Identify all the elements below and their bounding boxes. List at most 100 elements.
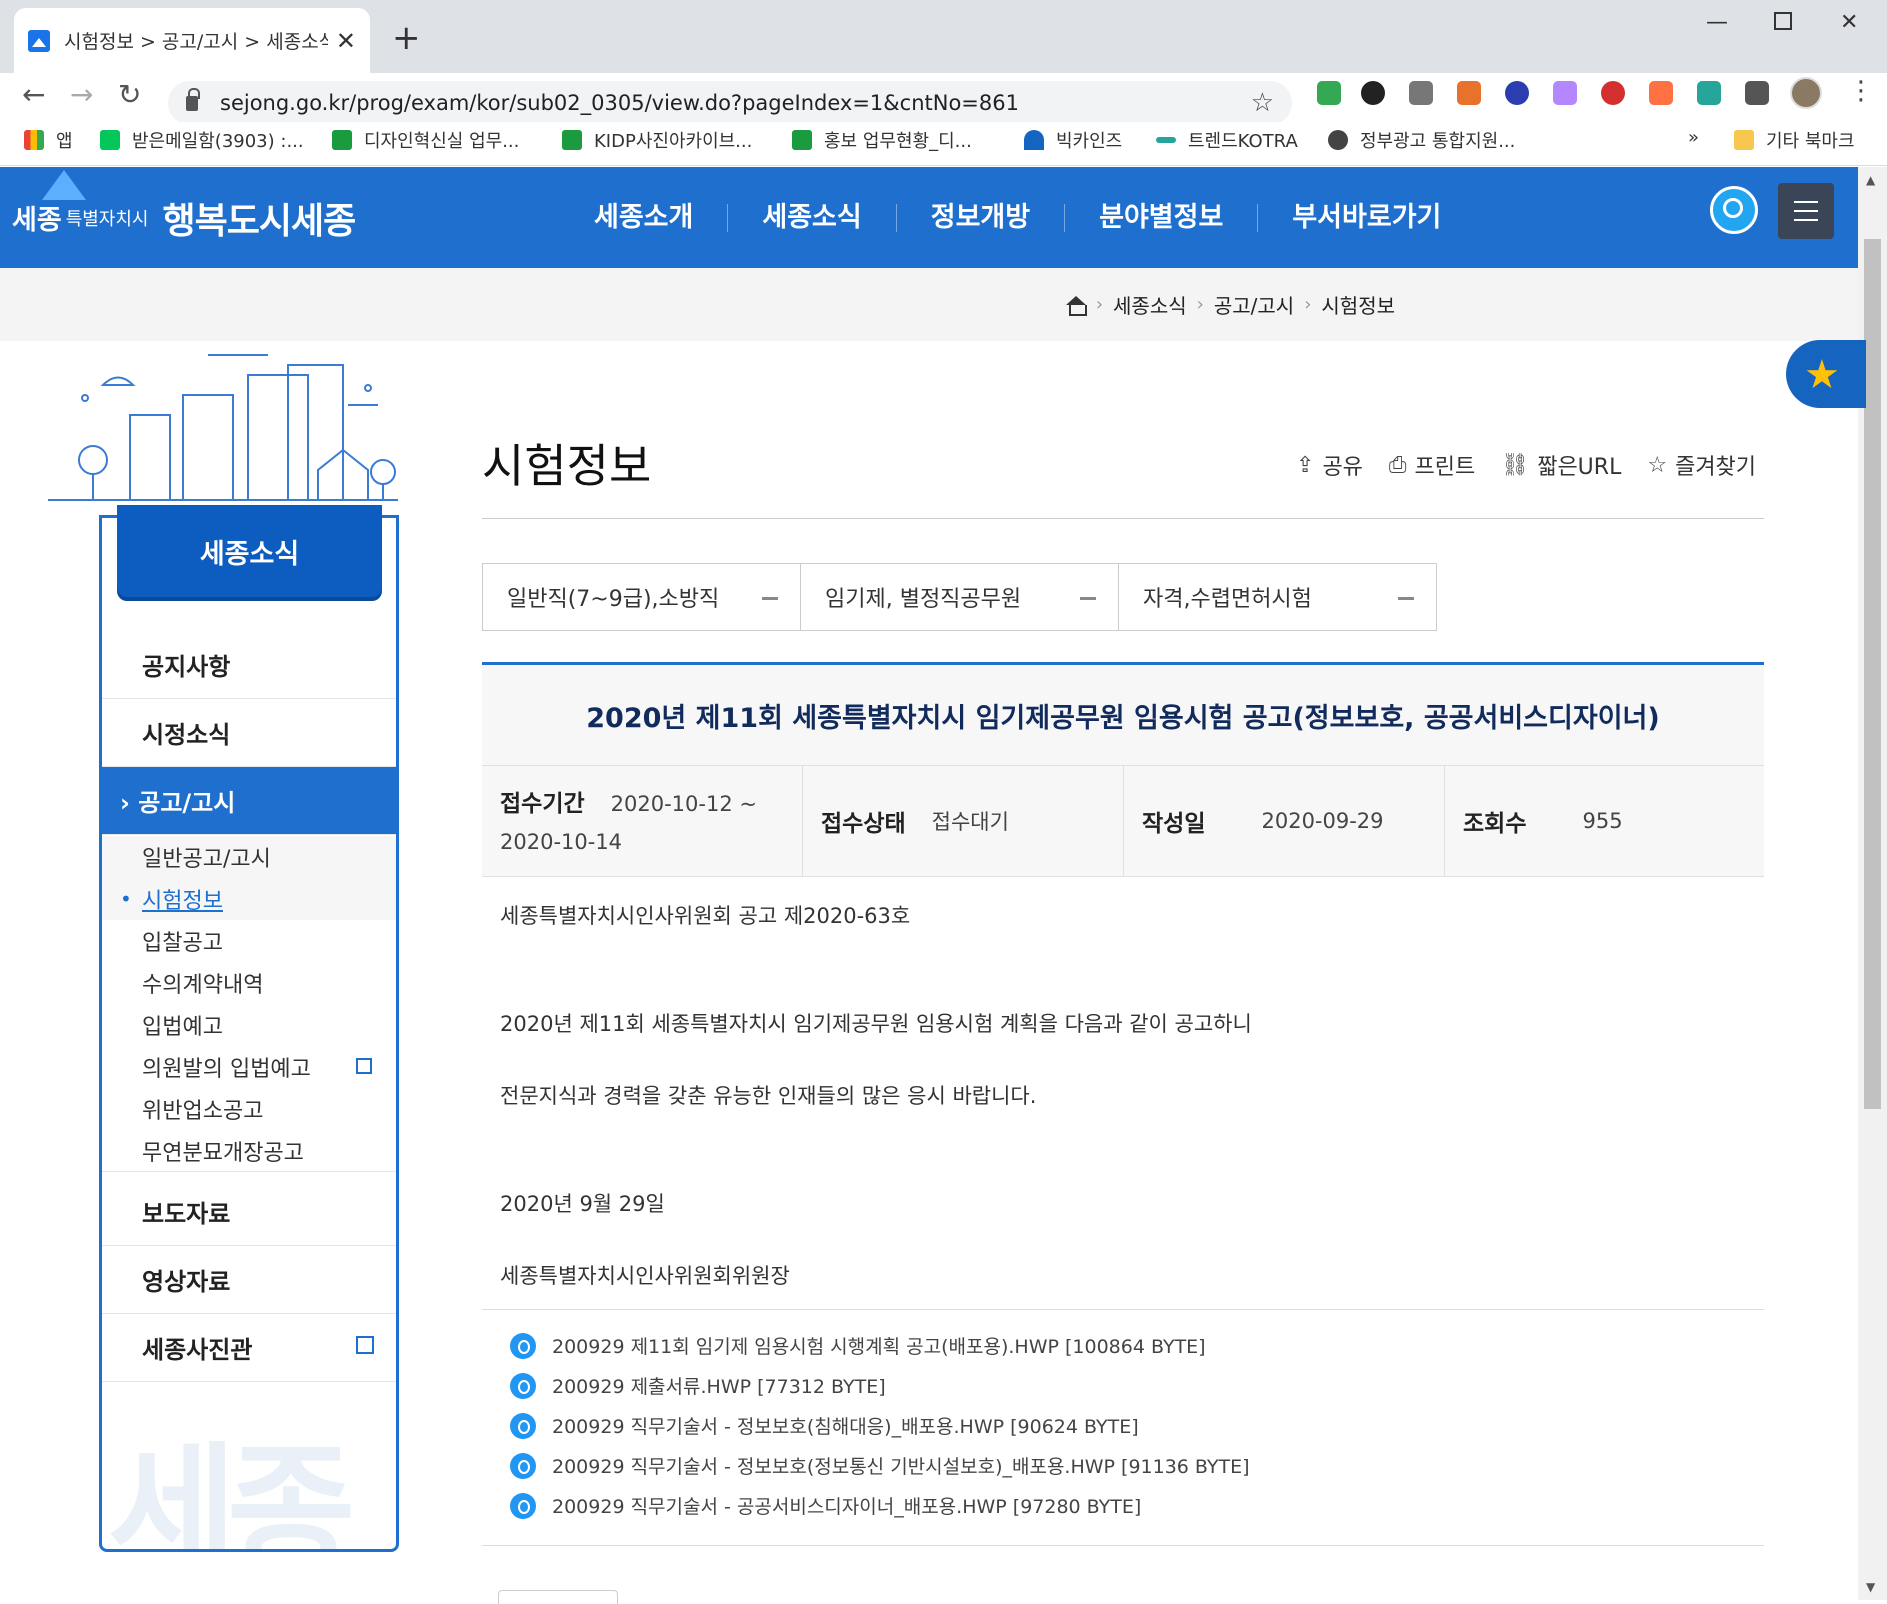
- article-meta: 접수기간 2020-10-12 ~ 2020-10-14 접수상태 접수대기 작성일…: [482, 765, 1764, 877]
- search-icon[interactable]: [1710, 186, 1758, 234]
- print-button[interactable]: ⎙ 프린트: [1389, 449, 1475, 481]
- body-paragraph: 전문지식과 경력을 갖춘 유능한 인재들의 많은 응시 바랍니다.: [500, 1084, 1037, 1108]
- share-icon: ⇪: [1296, 452, 1315, 478]
- bookmark-kotra[interactable]: 트렌드KOTRA: [1156, 127, 1298, 153]
- attachment-link[interactable]: 200929 직무기술서 - 공공서비스디자이너_배포용.HWP [97280 …: [510, 1492, 1141, 1519]
- bookmark-kidp[interactable]: KIDP사진아카이브...: [562, 127, 752, 153]
- gnb-item-field[interactable]: 분야별정보: [1065, 203, 1259, 232]
- gnb-item-intro[interactable]: 세종소개: [560, 203, 729, 232]
- meta-period: 접수기간 2020-10-12 ~ 2020-10-14: [482, 766, 803, 876]
- logo-mark: 세종: [12, 170, 86, 237]
- breadcrumb-item[interactable]: 시험정보: [1321, 290, 1395, 319]
- menu-icon[interactable]: [1778, 183, 1834, 239]
- puzzle-extension-icon[interactable]: [1745, 81, 1769, 105]
- maximize-icon[interactable]: [1774, 12, 1792, 30]
- lnb-item-announcement[interactable]: › 공고/고시: [102, 767, 396, 835]
- lnb-item-press[interactable]: 보도자료: [102, 1178, 396, 1246]
- attachment-link[interactable]: 200929 제출서류.HWP [77312 BYTE]: [510, 1372, 886, 1399]
- site-logo[interactable]: 세종 특별자치시 행복도시세종: [12, 170, 356, 265]
- red-extension-icon[interactable]: [1601, 81, 1625, 105]
- attachment-link[interactable]: 200929 직무기술서 - 정보보호(정보통신 기반시설보호)_배포용.HWP…: [510, 1452, 1250, 1479]
- short-url-button[interactable]: ⛓ 짧은URL: [1501, 449, 1621, 481]
- breadcrumb-item[interactable]: 세종소식: [1113, 290, 1187, 319]
- home-icon[interactable]: [1065, 295, 1087, 316]
- new-tab-icon[interactable]: +: [392, 18, 421, 58]
- url-text[interactable]: sejong.go.kr/prog/exam/kor/sub02_0305/vi…: [220, 91, 1251, 115]
- lnb-item-video[interactable]: 영상자료: [102, 1246, 396, 1314]
- extension-icon[interactable]: [1317, 81, 1341, 105]
- camera-extension-icon[interactable]: [1409, 81, 1433, 105]
- lnb-sub-bid[interactable]: 입찰공고: [102, 920, 396, 962]
- meta-date: 작성일 2020-09-29: [1124, 766, 1445, 876]
- left-nav: 세종 공지사항 시정소식 › 공고/고시 일반공고/고시 시험정보 입찰공고 수…: [99, 515, 399, 1552]
- bookmark-pr[interactable]: 홍보 업무현황_디...: [792, 127, 972, 153]
- star-icon: ★: [1804, 352, 1840, 398]
- favorite-button[interactable]: ☆ 즐겨찾기: [1647, 449, 1756, 481]
- category-general[interactable]: 일반직(7~9급),소방직: [482, 563, 801, 631]
- lnb-sub-legislation[interactable]: 입법예고: [102, 1004, 396, 1046]
- bookmark-mail[interactable]: 받은메일함(3903) :...: [100, 127, 304, 153]
- browser-menu-icon[interactable]: ⋮: [1848, 76, 1874, 106]
- plus-bookmark-icon: [562, 130, 582, 150]
- scrollbar-thumb[interactable]: [1864, 239, 1881, 1109]
- lnb-sub-exam[interactable]: 시험정보: [102, 878, 396, 920]
- collapse-icon: [1080, 597, 1096, 600]
- browser-tab[interactable]: 시험정보 > 공고/고시 > 세종소식 ✕: [14, 8, 370, 73]
- lnb-sub-member-legislation[interactable]: 의원발의 입법예고: [102, 1046, 396, 1088]
- back-icon[interactable]: ←: [22, 78, 45, 111]
- gnb-item-open[interactable]: 정보개방: [897, 203, 1066, 232]
- lnb-item-notice[interactable]: 공지사항: [102, 631, 396, 699]
- lnb-sub-grave[interactable]: 무연분묘개장공고: [102, 1130, 396, 1172]
- bookmark-design[interactable]: 디자인혁신실 업무...: [332, 127, 519, 153]
- category-license[interactable]: 자격,수렵면허시험: [1118, 563, 1437, 631]
- list-button[interactable]: [498, 1590, 618, 1604]
- category-fixed-term[interactable]: 임기제, 별정직공무원: [800, 563, 1119, 631]
- lnb-sub-contract[interactable]: 수의계약내역: [102, 962, 396, 1004]
- scroll-down-icon[interactable]: ▼: [1866, 1580, 1875, 1594]
- lnb-sub-violation[interactable]: 위반업소공고: [102, 1088, 396, 1130]
- site-favicon-icon: [28, 29, 50, 52]
- lnb-item-photo[interactable]: 세종사진관: [102, 1314, 396, 1382]
- image-extension-icon[interactable]: [1457, 81, 1481, 105]
- favorites-float-button[interactable]: ★: [1786, 340, 1866, 408]
- forward-icon[interactable]: →: [70, 78, 93, 111]
- bookmark-star-icon[interactable]: ☆: [1251, 88, 1274, 118]
- tab-close-icon[interactable]: ✕: [336, 27, 356, 55]
- gnb-item-dept[interactable]: 부서바로가기: [1258, 203, 1475, 232]
- lnb-title: 세종소식: [117, 505, 382, 597]
- bookmark-apps[interactable]: 앱: [24, 127, 73, 153]
- download-extension-icon[interactable]: [1361, 81, 1385, 105]
- breadcrumb-item[interactable]: 공고/고시: [1214, 290, 1294, 319]
- attachment-link[interactable]: 200929 직무기술서 - 정보보호(침해대응)_배포용.HWP [90624…: [510, 1412, 1139, 1439]
- scroll-up-icon[interactable]: ▲: [1866, 173, 1875, 187]
- meta-views: 조회수 955: [1463, 809, 1623, 837]
- body-paragraph: 세종특별자치시인사위원회위원장: [500, 1264, 790, 1288]
- window-close-icon[interactable]: ✕: [1840, 10, 1858, 35]
- profile-avatar[interactable]: [1790, 77, 1822, 109]
- k-extension-icon[interactable]: [1505, 81, 1529, 105]
- global-nav: 세종소개 세종소식 정보개방 분야별정보 부서바로가기: [560, 167, 1475, 268]
- hwp-file-icon: [510, 1492, 536, 1519]
- ex-extension-icon[interactable]: [1649, 81, 1673, 105]
- pen-extension-icon[interactable]: [1553, 81, 1577, 105]
- address-bar[interactable]: sejong.go.kr/prog/exam/kor/sub02_0305/vi…: [168, 81, 1292, 125]
- bookmark-bigkinds[interactable]: 빅카인즈: [1024, 127, 1122, 153]
- lnb-item-city-news[interactable]: 시정소식: [102, 699, 396, 767]
- meta-status: 접수상태 접수대기: [803, 766, 1124, 876]
- reload-icon[interactable]: ↻: [118, 78, 141, 111]
- minimize-icon[interactable]: —: [1706, 10, 1728, 35]
- bookmark-other[interactable]: 기타 북마크: [1734, 127, 1855, 153]
- hwp-file-icon: [510, 1452, 536, 1479]
- share-button[interactable]: ⇪ 공유: [1296, 449, 1363, 481]
- gnb-item-news[interactable]: 세종소식: [728, 203, 897, 232]
- bookmarks-overflow[interactable]: »: [1688, 127, 1699, 148]
- bookmark-gov-ad[interactable]: 정부광고 통합지원...: [1328, 127, 1515, 153]
- browser-tab-bar: 시험정보 > 공고/고시 > 세종소식 ✕ + — ✕: [0, 0, 1887, 73]
- attachment-link[interactable]: 200929 제11회 임기제 임용시험 시행계획 공고(배포용).HWP [1…: [510, 1332, 1206, 1359]
- body-paragraph: 세종특별자치시인사위원회 공고 제2020-63호: [500, 904, 911, 928]
- lnb-sub-general[interactable]: 일반공고/고시: [102, 836, 396, 878]
- logo-small: 특별자치시: [65, 208, 149, 230]
- green-extension-icon[interactable]: [1697, 81, 1721, 105]
- tab-title: 시험정보 > 공고/고시 > 세종소식: [64, 31, 328, 53]
- collapse-icon: [762, 597, 778, 600]
